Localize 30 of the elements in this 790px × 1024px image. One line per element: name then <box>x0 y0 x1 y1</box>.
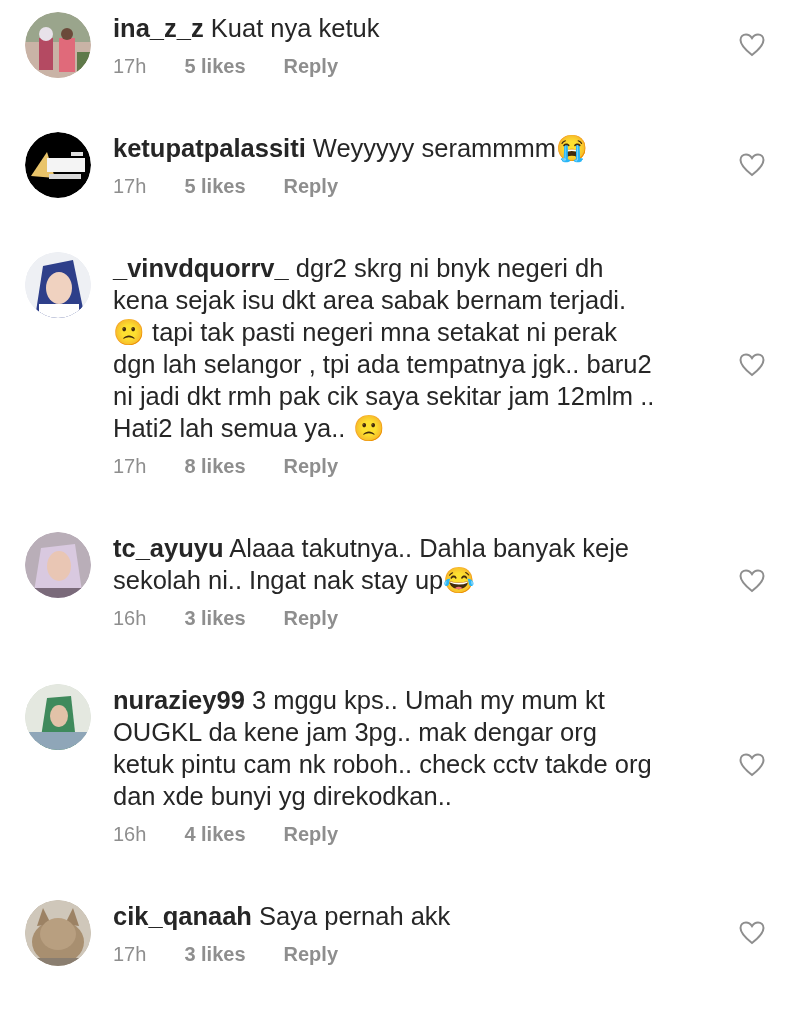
like-count[interactable]: 5 likes <box>184 174 246 198</box>
comment-time: 17h <box>113 454 147 478</box>
comment-text: ina_z_z Kuat nya ketuk <box>113 13 381 44</box>
like-count[interactable]: 3 likes <box>184 606 246 630</box>
heart-icon[interactable] <box>739 569 765 593</box>
reply-button[interactable]: Reply <box>283 174 338 198</box>
comment-time: 16h <box>113 822 147 846</box>
heart-icon[interactable] <box>739 153 765 177</box>
heart-icon[interactable] <box>739 353 765 377</box>
like-count[interactable]: 3 likes <box>184 942 246 966</box>
comment-time: 17h <box>113 174 147 198</box>
reply-button[interactable]: Reply <box>283 606 338 630</box>
heart-icon[interactable] <box>739 33 765 57</box>
comment-text: nuraziey99 3 mggu kps.. Umah my mum kt OUGKL da kene jam 3pg.. mak dengar org ketuk pintu cam nk roboh.. check cctv takde org dan xde bunyi yg direkodkan.. <box>113 685 653 812</box>
like-count[interactable]: 4 likes <box>184 822 246 846</box>
comment-text: ketupatpalassiti Weyyyyy serammmm😭 <box>113 133 590 164</box>
heart-icon[interactable] <box>739 921 765 945</box>
comment-time: 17h <box>113 54 147 78</box>
comment-time: 17h <box>113 942 147 966</box>
like-count[interactable]: 8 likes <box>184 454 246 478</box>
like-count[interactable]: 5 likes <box>184 54 246 78</box>
reply-button[interactable]: Reply <box>283 54 338 78</box>
reply-button[interactable]: Reply <box>283 822 338 846</box>
comment-text: tc_ayuyu Alaaa takutnya.. Dahla banyak keje sekolah ni.. Ingat nak stay up😂 <box>113 533 630 596</box>
reply-button[interactable]: Reply <box>283 454 338 478</box>
comment-time: 16h <box>113 606 147 630</box>
heart-icon[interactable] <box>739 753 765 777</box>
reply-button[interactable]: Reply <box>283 942 338 966</box>
comment-text: cik_qanaah Saya pernah akk <box>113 901 452 932</box>
comment-text: _vinvdquorrv_ dgr2 skrg ni bnyk negeri dh kena sejak isu dkt area sabak bernam terjadi. 🙁 tapi tak pasti negeri mna setakat ni perak dgn lah selangor , tpi ada tempatnya jgk.. baru2 ni jadi dkt rmh pak cik saya sekitar jam 12mlm .. Hati2 lah semua ya.. 🙁 <box>113 253 656 444</box>
